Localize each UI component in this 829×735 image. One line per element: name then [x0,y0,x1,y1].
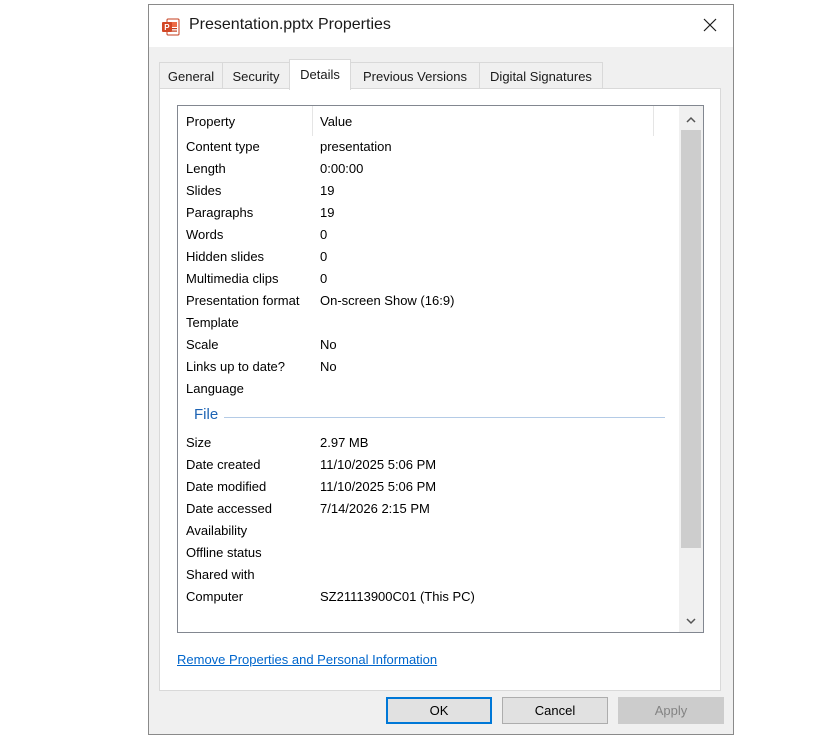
property-value: SZ21113900C01 (This PC) [320,589,475,604]
window-title: Presentation.pptx Properties [189,16,391,33]
property-value: 2.97 MB [320,435,369,450]
list-item[interactable]: Links up to date? No [178,356,679,378]
close-icon [703,18,717,35]
property-name: Multimedia clips [186,271,279,286]
group-label: File [194,406,219,423]
list-item[interactable]: Multimedia clips 0 [178,268,679,290]
property-name: Computer [186,589,244,604]
chevron-down-icon [686,613,696,628]
list-item[interactable]: Computer SZ21113900C01 (This PC) [178,586,679,608]
list-item[interactable]: Availability [178,520,679,542]
properties-dialog: P Presentation.pptx Properties General S… [148,4,734,735]
property-name: Presentation format [186,293,300,308]
property-name: Date created [186,457,261,472]
list-item[interactable]: Offline status [178,542,679,564]
property-value: 0 [320,227,328,242]
property-value: 19 [320,205,335,220]
properties-list-content: Property Value Content type presentation … [178,106,679,632]
property-value: 7/14/2026 2:15 PM [320,501,430,516]
column-header-property[interactable]: Property [186,114,235,129]
cancel-button[interactable]: Cancel [502,697,608,724]
property-name: Paragraphs [186,205,254,220]
title-bar: P Presentation.pptx Properties [149,5,733,47]
property-value: 0 [320,271,328,286]
property-name: Size [186,435,212,450]
svg-text:P: P [164,23,170,32]
column-header-value[interactable]: Value [320,114,352,129]
remove-properties-link[interactable]: Remove Properties and Personal Informati… [177,652,437,667]
list-item[interactable]: Date modified 11/10/2025 5:06 PM [178,476,679,498]
column-separator[interactable] [312,106,313,136]
chevron-up-icon [686,111,696,126]
list-item[interactable]: Scale No [178,334,679,356]
scroll-down-button[interactable] [679,608,703,632]
property-rows: Content type presentation Length 0:00:00 S… [178,136,679,608]
ok-button[interactable]: OK [386,697,492,724]
tab-general[interactable]: General [159,62,223,89]
property-name: Language [186,381,244,396]
property-name: Template [186,315,239,330]
scroll-up-button[interactable] [679,106,703,130]
property-value: 0:00:00 [320,161,364,176]
group-header-file[interactable]: File [178,400,679,432]
list-item[interactable]: Length 0:00:00 [178,158,679,180]
property-value: No [320,337,337,352]
list-item[interactable]: Slides 19 [178,180,679,202]
list-item[interactable]: Presentation format On-screen Show (16:9) [178,290,679,312]
vertical-scrollbar[interactable] [679,106,703,632]
property-value: presentation [320,139,392,154]
scrollbar-thumb[interactable] [681,130,701,548]
property-value: 11/10/2025 5:06 PM [320,479,437,494]
property-value: 0 [320,249,328,264]
property-name: Words [186,227,224,242]
property-value: No [320,359,337,374]
property-value: 11/10/2025 5:06 PM [320,457,437,472]
properties-list[interactable]: Property Value Content type presentation … [177,105,704,633]
property-name: Date modified [186,479,267,494]
list-item[interactable]: Template [178,312,679,334]
property-name: Hidden slides [186,249,265,264]
column-header: Property Value [178,106,656,136]
list-item[interactable]: Date created 11/10/2025 5:06 PM [178,454,679,476]
list-item[interactable]: Content type presentation [178,136,679,158]
property-name: Shared with [186,567,255,582]
property-name: Scale [186,337,219,352]
list-item[interactable]: Paragraphs 19 [178,202,679,224]
tab-strip: General Security Details Previous Versio… [159,59,733,90]
list-item[interactable]: Date accessed 7/14/2026 2:15 PM [178,498,679,520]
tab-security[interactable]: Security [222,62,290,89]
property-name: Links up to date? [186,359,286,374]
tab-digital-signatures[interactable]: Digital Signatures [479,62,603,89]
apply-button[interactable]: Apply [618,697,724,724]
list-item[interactable]: Shared with [178,564,679,586]
powerpoint-file-icon: P [161,17,181,37]
list-item[interactable]: Words 0 [178,224,679,246]
property-name: Offline status [186,545,262,560]
property-value: 19 [320,183,335,198]
details-page: Property Value Content type presentation … [159,88,721,691]
list-item[interactable]: Size 2.97 MB [178,432,679,454]
list-item[interactable]: Language [178,378,679,400]
property-value: On-screen Show (16:9) [320,293,455,308]
property-name: Availability [186,523,248,538]
group-divider [224,417,665,418]
property-name: Length [186,161,226,176]
property-name: Date accessed [186,501,272,516]
column-separator[interactable] [653,106,654,136]
close-button[interactable] [687,5,733,47]
property-name: Content type [186,139,260,154]
list-item[interactable]: Hidden slides 0 [178,246,679,268]
property-name: Slides [186,183,222,198]
tab-previous-versions[interactable]: Previous Versions [350,62,480,89]
tab-details[interactable]: Details [289,59,351,90]
